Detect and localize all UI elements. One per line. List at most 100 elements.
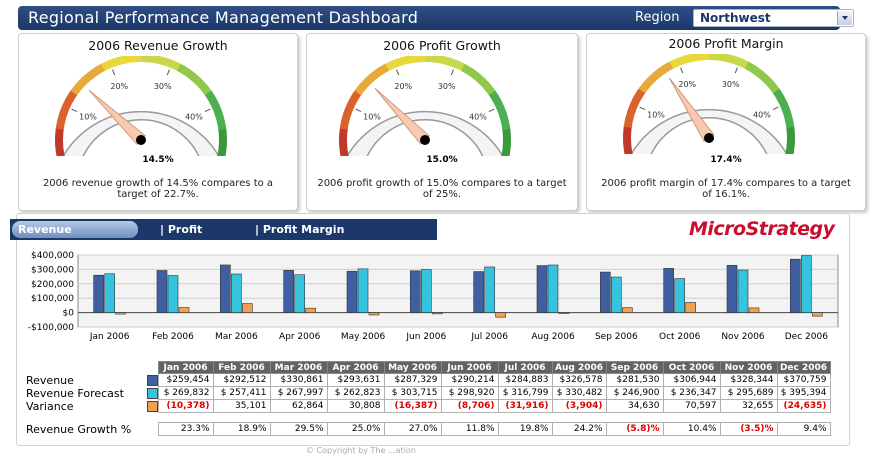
table-cell: $ 295,689 [719,386,778,400]
gauge-hub [420,135,430,145]
bar-revenue-forecast[interactable] [611,276,622,313]
table-cell: $ 303,715 [383,386,442,400]
bar-revenue[interactable] [600,271,611,313]
chevron-down-icon[interactable] [837,11,852,25]
gauge-title: 2006 Revenue Growth [88,38,228,53]
bar-revenue-forecast[interactable] [737,269,749,313]
bar-variance[interactable] [115,312,126,315]
gauge-tick [396,69,400,76]
gauge-tick-label: 10% [363,112,381,121]
table-header-row: Jan 2006 Feb 2006 Mar 2006 Apr 2006 May … [24,361,831,374]
bar-revenue-forecast[interactable] [357,268,369,313]
bar-revenue[interactable] [156,270,168,313]
x-tick-label: Sep 2006 [595,332,638,342]
bar-variance[interactable] [242,303,253,313]
bar-revenue[interactable] [536,265,548,313]
table-cell: $290,214 [440,373,499,387]
row-label: Revenue Forecast [26,386,124,400]
gauge-title: 2006 Profit Margin [668,36,784,51]
table-cell: 18.9% [212,422,271,436]
bar-revenue-forecast[interactable] [231,273,242,313]
table-cell: 11.8% [440,422,499,436]
bar-variance[interactable] [812,312,823,317]
column-header: Jun 2006 [440,361,499,374]
bar-revenue[interactable] [93,274,104,313]
bar-revenue[interactable] [473,271,484,313]
bar-revenue[interactable] [346,270,358,313]
bar-revenue[interactable] [220,264,231,313]
gauge-title: 2006 Profit Growth [383,38,501,53]
column-header: Mar 2006 [269,361,328,374]
table-cell: 35,101 [212,399,271,413]
row-label: Revenue Growth % [26,422,132,436]
y-tick-label: $100,000 [31,294,74,304]
bar-revenue-forecast[interactable] [104,273,115,313]
table-cell: 9.4% [776,422,831,436]
gauge-panel-revenue-growth: 2006 Revenue Growth 0%10%20%30%40%50% 14… [18,33,298,211]
bar-variance[interactable] [748,307,760,313]
gauge-tick-label: 30% [722,80,740,89]
bar-revenue-forecast[interactable] [484,266,495,313]
bar-revenue[interactable] [410,270,421,313]
y-tick-label: $300,000 [31,265,74,275]
region-label: Region [635,10,680,25]
table-cell: 10.4% [662,422,721,436]
bar-variance[interactable] [685,302,696,313]
gauge-description: 2006 profit growth of 15.0% compares to … [317,178,567,200]
table-cell: $326,578 [551,373,607,387]
tab-profit[interactable]: | Profit [160,219,202,240]
table-row: Variance (10,378) 35,101 62,864 30,808 (16,3… [24,399,831,413]
y-tick-label: $0 [63,309,75,319]
bar-revenue-forecast[interactable] [547,264,559,313]
table-cell: (16,387) [383,399,442,413]
bar-revenue[interactable] [283,270,294,313]
tab-revenue[interactable]: Revenue [12,221,138,238]
copyright-text: © Copyright by The ...ation [306,446,416,455]
bar-variance[interactable] [558,312,570,314]
bar-revenue-forecast[interactable] [294,274,305,313]
bar-revenue-forecast[interactable] [674,278,685,313]
gauge-panel-profit-margin: 2006 Profit Margin 0%10%20%30%40%50% 17.… [586,33,866,211]
y-tick-label: $400,000 [31,251,74,261]
bar-variance[interactable] [305,307,316,313]
gauge-tick-label: 20% [110,82,128,91]
table-cell: 23.3% [157,422,214,436]
table-cell: $ 316,799 [497,386,553,400]
tab-profit-margin[interactable]: | Profit Margin [255,219,344,240]
bar-revenue[interactable] [663,268,674,313]
table-cell: $ 298,920 [440,386,499,400]
table-cell: 29.5% [269,422,328,436]
bar-revenue-forecast[interactable] [421,269,432,313]
column-header: Nov 2006 [719,361,778,374]
dashboard-title: Regional Performance Management Dashboar… [28,8,419,27]
gauge-hub [704,133,714,143]
table-cell: 32,655 [719,399,778,413]
gauge-tick [639,106,646,110]
bar-revenue-forecast[interactable] [801,255,812,313]
gauge-hub [136,135,146,145]
bar-variance[interactable] [368,312,380,316]
table-cell: $ 236,347 [662,386,721,400]
bar-revenue[interactable] [790,258,801,313]
bar-variance[interactable] [432,312,443,315]
table-cell: $330,861 [269,373,328,387]
gauge-tick [680,67,684,74]
table-cell: $293,631 [326,373,385,387]
bar-variance[interactable] [622,307,633,313]
bar-revenue-forecast[interactable] [167,275,179,313]
x-tick-label: Nov 2006 [721,332,765,342]
column-header: May 2006 [383,361,442,374]
bar-variance[interactable] [495,312,506,318]
column-header: Apr 2006 [326,361,385,374]
table-row: Revenue Forecast $ 269,832 $ 257,411 $ 267… [24,386,831,400]
x-tick-label: Dec 2006 [785,332,828,342]
gauge-band-segment [502,128,511,139]
revenue-growth-table: Revenue Growth % 23.3% 18.9% 29.5% 25.0% 27.… [24,422,831,436]
region-dropdown[interactable]: Northwest [693,9,854,27]
x-tick-label: Jun 2006 [405,332,446,342]
table-cell: 70,597 [662,399,721,413]
bar-revenue[interactable] [726,265,738,313]
bar-variance[interactable] [178,307,190,313]
table-cell: $ 262,823 [326,386,385,400]
row-label: Variance [26,399,74,413]
